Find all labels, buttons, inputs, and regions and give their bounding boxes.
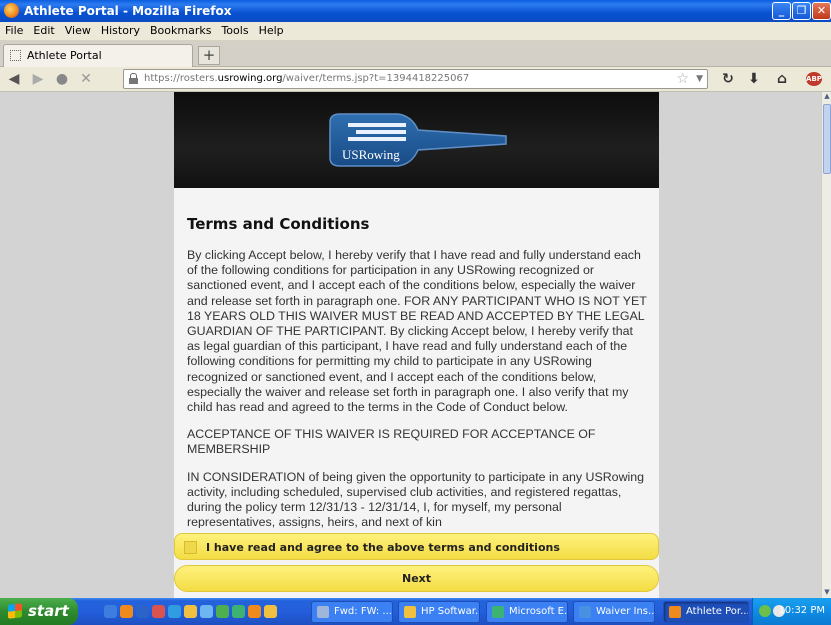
- scroll-thumb[interactable]: [823, 104, 831, 174]
- adblock-icon[interactable]: ABP: [806, 72, 822, 86]
- header-banner: USRowing: [174, 92, 659, 188]
- home-icon[interactable]: ⌂: [772, 70, 792, 88]
- windows-logo-icon: [8, 603, 22, 619]
- quicklaunch-icon[interactable]: [184, 605, 197, 618]
- document-icon: [579, 606, 591, 618]
- minimize-button[interactable]: _: [772, 2, 791, 20]
- network-icon[interactable]: [759, 605, 771, 617]
- navigation-bar: ◀ ▶ ● ✕ https://rosters.usrowing.org/wai…: [0, 67, 831, 92]
- agree-row[interactable]: I have read and agree to the above terms…: [174, 533, 659, 560]
- quicklaunch-icon[interactable]: [136, 605, 149, 618]
- page-icon: [10, 50, 21, 61]
- logo-text: USRowing: [342, 147, 400, 162]
- reload-icon[interactable]: ↻: [718, 70, 738, 88]
- quicklaunch-icon[interactable]: [232, 605, 245, 618]
- scroll-down-icon[interactable]: ▼: [822, 588, 831, 598]
- window-title: Athlete Portal - Mozilla Firefox: [24, 4, 232, 18]
- firefox-icon: [669, 606, 681, 618]
- quicklaunch-icon[interactable]: [104, 605, 117, 618]
- menu-tools[interactable]: Tools: [216, 22, 253, 37]
- app-icon: [404, 606, 416, 618]
- menu-file[interactable]: File: [0, 22, 28, 37]
- tab-bar: Athlete Portal +: [0, 41, 831, 67]
- menu-bookmarks[interactable]: Bookmarks: [145, 22, 216, 37]
- app-icon: [492, 606, 504, 618]
- agree-checkbox[interactable]: [184, 541, 197, 554]
- terms-page: USRowing Terms and Conditions By clickin…: [174, 92, 659, 598]
- scroll-up-icon[interactable]: ▲: [822, 92, 831, 102]
- vertical-scrollbar[interactable]: ▲ ▼: [821, 92, 831, 598]
- window-titlebar: Athlete Portal - Mozilla Firefox _ ❐ ✕: [0, 0, 831, 22]
- taskbar-button[interactable]: Fwd: FW: ...: [311, 601, 393, 623]
- maximize-button[interactable]: ❐: [792, 2, 811, 20]
- menu-help[interactable]: Help: [254, 22, 289, 37]
- clock: 10:32 PM: [778, 605, 825, 616]
- page-viewport: USRowing Terms and Conditions By clickin…: [0, 92, 821, 598]
- quicklaunch-icon[interactable]: [120, 605, 133, 618]
- terms-paragraph: ACCEPTANCE OF THIS WAIVER IS REQUIRED FO…: [187, 427, 596, 457]
- quicklaunch-icon[interactable]: [248, 605, 261, 618]
- usrowing-logo: USRowing: [329, 113, 507, 167]
- identity-icon[interactable]: ●: [52, 70, 72, 88]
- terms-paragraph: IN CONSIDERATION of being given the oppo…: [187, 469, 645, 528]
- page-title: Terms and Conditions: [187, 215, 370, 233]
- quicklaunch-icon[interactable]: [152, 605, 165, 618]
- close-button[interactable]: ✕: [812, 2, 831, 20]
- chevron-down-icon[interactable]: ▼: [696, 74, 703, 84]
- taskbar-button[interactable]: Microsoft E...: [486, 601, 568, 623]
- quicklaunch-icon[interactable]: [200, 605, 213, 618]
- menu-bar: File Edit View History Bookmarks Tools Help: [0, 22, 831, 41]
- firefox-icon: [4, 3, 19, 18]
- agree-label[interactable]: I have read and agree to the above terms…: [206, 541, 560, 554]
- quicklaunch-icon[interactable]: [264, 605, 277, 618]
- bookmark-star-icon[interactable]: ☆: [676, 71, 689, 87]
- forward-icon[interactable]: ▶: [28, 70, 48, 88]
- url-text: https://rosters.usrowing.org/waiver/term…: [144, 73, 470, 84]
- back-icon[interactable]: ◀: [4, 70, 24, 88]
- tab-label: Athlete Portal: [27, 49, 102, 62]
- quicklaunch-icon[interactable]: [168, 605, 181, 618]
- windows-taskbar: start Fwd: FW: ... HP Softwar... Microso…: [0, 598, 831, 625]
- lock-icon: [129, 73, 138, 84]
- menu-history[interactable]: History: [96, 22, 145, 37]
- quicklaunch-icon[interactable]: [216, 605, 229, 618]
- stop-icon[interactable]: ✕: [76, 70, 96, 88]
- taskbar-button[interactable]: Waiver Ins...: [573, 601, 655, 623]
- menu-edit[interactable]: Edit: [28, 22, 59, 37]
- start-button[interactable]: start: [0, 598, 78, 625]
- next-button[interactable]: Next: [174, 565, 659, 592]
- download-icon[interactable]: ⬇: [744, 70, 764, 88]
- taskbar-button[interactable]: HP Softwar...: [398, 601, 480, 623]
- menu-view[interactable]: View: [60, 22, 96, 37]
- tab-athlete-portal[interactable]: Athlete Portal: [3, 44, 193, 67]
- terms-paragraph: By clicking Accept below, I hereby verif…: [187, 248, 647, 415]
- terms-text: By clicking Accept below, I hereby verif…: [187, 248, 649, 528]
- url-bar[interactable]: https://rosters.usrowing.org/waiver/term…: [123, 69, 708, 89]
- mail-icon: [317, 606, 329, 618]
- new-tab-button[interactable]: +: [198, 46, 220, 65]
- system-tray: 10:32 PM: [752, 598, 831, 625]
- taskbar-button-active[interactable]: Athlete Por...: [663, 601, 749, 623]
